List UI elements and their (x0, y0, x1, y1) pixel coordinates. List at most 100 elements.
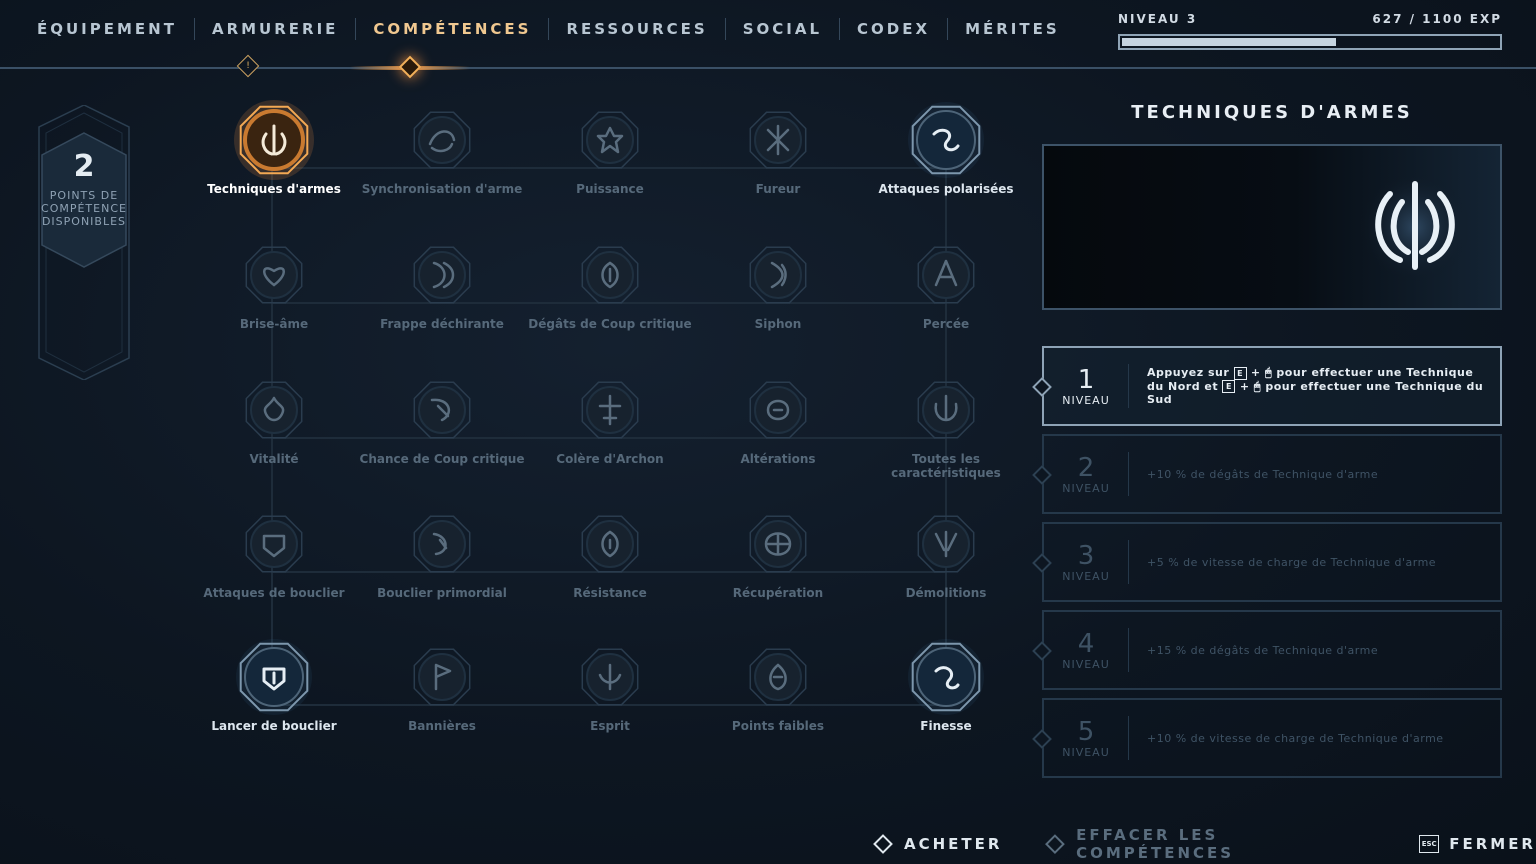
level-progress: NIVEAU 3 627 / 1100 EXP (1118, 12, 1502, 50)
archon-wrath-icon (570, 370, 650, 450)
skill-node[interactable]: Points faibles (694, 637, 862, 733)
level-text-part: + (1246, 366, 1265, 379)
skill-node[interactable]: Frappe déchirante (358, 235, 526, 331)
skill-node[interactable]: Synchronisation d'arme (358, 100, 526, 196)
skill-level-row: 3 NIVEAU +5 % de vitesse de charge de Tech… (1032, 522, 1502, 602)
primordial-shield-icon (402, 504, 482, 584)
skill-label: Vitalité (249, 452, 299, 466)
xp-bar-fill (1122, 38, 1337, 46)
weak-points-icon (738, 637, 818, 717)
skill-node[interactable]: Percée (862, 235, 1030, 331)
skill-node[interactable]: Attaques de bouclier (190, 504, 358, 600)
spirit-icon (570, 637, 650, 717)
tab-equipement[interactable]: ÉQUIPEMENT (20, 18, 195, 40)
level-number: 4 (1077, 628, 1095, 659)
skill-node[interactable]: Altérations (694, 370, 862, 466)
all-stats-icon (906, 370, 986, 450)
top-navigation: ÉQUIPEMENT ARMURERIE COMPÉTENCES RESSOUR… (0, 0, 1536, 79)
skill-detail-title: TECHNIQUES D'ARMES (1131, 102, 1413, 123)
level-word: NIVEAU (1062, 657, 1110, 671)
level-separator (1128, 716, 1129, 760)
tab-ressources[interactable]: RESSOURCES (549, 18, 726, 40)
close-button[interactable]: ESC FERMER (1419, 835, 1536, 853)
close-label: FERMER (1449, 835, 1536, 853)
alert-badge-icon: ! (236, 54, 260, 78)
level-text: +15 % de dégâts de Technique d'arme (1147, 643, 1379, 657)
skill-node[interactable]: Esprit (526, 637, 694, 733)
skill-preview (1042, 144, 1502, 310)
reset-skills-button[interactable]: EFFACER LES COMPÉTENCES (1045, 826, 1373, 862)
skill-node[interactable]: Démolitions (862, 504, 1030, 600)
level-number-block: 3 NIVEAU (1044, 542, 1128, 583)
skill-levels: 1 NIVEAU Appuyez sur E + 🖱 pour effectuer … (1032, 346, 1502, 786)
skill-label: Puissance (576, 182, 644, 196)
sync-icon (402, 100, 482, 180)
buy-button[interactable]: ACHETER (873, 834, 1003, 854)
resistance-icon (570, 504, 650, 584)
level-description: +10 % de vitesse de charge de Technique … (1147, 732, 1487, 745)
skill-node[interactable]: Colère d'Archon (526, 370, 694, 466)
skill-label: Finesse (920, 719, 972, 733)
skill-node[interactable]: Toutes les caractéristiques (862, 370, 1030, 480)
skill-node[interactable]: Puissance (526, 100, 694, 196)
skill-node[interactable]: Attaques polarisées (862, 100, 1030, 196)
level-text: +10 % de dégâts de Technique d'arme (1147, 467, 1379, 481)
skill-node[interactable]: Lancer de bouclier (190, 637, 358, 733)
level-description: Appuyez sur E + 🖱 pour effectuer une Tec… (1147, 366, 1487, 406)
skill-tree: Techniques d'armes Synchronisation d'arme… (190, 100, 1030, 790)
skill-node[interactable]: Récupération (694, 504, 862, 600)
level-text-part: + (1235, 379, 1254, 393)
shield-throw-icon (234, 637, 314, 717)
level-separator (1128, 364, 1129, 408)
level-number: 5 (1077, 716, 1095, 747)
skill-label: Bannières (408, 719, 476, 733)
tab-armurerie[interactable]: ARMURERIE (195, 18, 357, 40)
skill-node[interactable]: Techniques d'armes (190, 100, 358, 196)
buy-label: ACHETER (904, 835, 1003, 853)
power-icon (570, 100, 650, 180)
crit-chance-icon (402, 370, 482, 450)
skill-label: Fureur (755, 182, 801, 196)
trident-emblem-icon (234, 100, 314, 180)
tab-codex[interactable]: CODEX (840, 18, 949, 40)
skill-level-row: 2 NIVEAU +10 % de dégâts de Technique d'ar… (1032, 434, 1502, 514)
xp-text: 627 / 1100 EXP (1372, 12, 1502, 26)
skill-node[interactable]: Brise-âme (190, 235, 358, 331)
level-number-block: 1 NIVEAU (1044, 366, 1128, 407)
skill-label: Siphon (754, 317, 802, 331)
skill-label: Chance de Coup critique (359, 452, 525, 466)
skill-node[interactable]: Finesse (862, 637, 1030, 733)
skill-node[interactable]: Chance de Coup critique (358, 370, 526, 466)
skill-label: Attaques de bouclier (203, 586, 345, 600)
points-frame-icon (38, 105, 130, 380)
skill-node[interactable]: Bouclier primordial (358, 504, 526, 600)
level-number-block: 2 NIVEAU (1044, 454, 1128, 495)
level-word: NIVEAU (1062, 481, 1110, 495)
skill-label: Techniques d'armes (207, 182, 341, 196)
finesse-icon (906, 637, 986, 717)
level-label: NIVEAU 3 (1118, 12, 1198, 26)
soulbreak-icon (234, 235, 314, 315)
skill-node[interactable]: Dégâts de Coup critique (526, 235, 694, 331)
skill-label: Points faibles (731, 719, 825, 733)
skill-level-row: 1 NIVEAU Appuyez sur E + 🖱 pour effectuer … (1032, 346, 1502, 426)
tab-merites[interactable]: MÉRITES (948, 18, 1077, 40)
pierce-icon (906, 235, 986, 315)
skill-label: Toutes les caractéristiques (891, 452, 1001, 480)
esc-key-icon: ESC (1419, 835, 1440, 853)
skill-node[interactable]: Fureur (694, 100, 862, 196)
skill-label: Attaques polarisées (878, 182, 1014, 196)
tab-competences[interactable]: COMPÉTENCES (356, 18, 550, 40)
skill-label: Altérations (740, 452, 816, 466)
skill-node[interactable]: Résistance (526, 504, 694, 600)
tab-social[interactable]: SOCIAL (726, 18, 841, 40)
level-number: 2 (1077, 452, 1095, 483)
skill-node[interactable]: Siphon (694, 235, 862, 331)
level-word: NIVEAU (1062, 745, 1110, 759)
alterations-icon (738, 370, 818, 450)
level-description: +10 % de dégâts de Technique d'arme (1147, 468, 1487, 481)
skill-node[interactable]: Vitalité (190, 370, 358, 466)
skill-label: Démolitions (905, 586, 987, 600)
skill-label: Colère d'Archon (556, 452, 664, 466)
skill-node[interactable]: Bannières (358, 637, 526, 733)
